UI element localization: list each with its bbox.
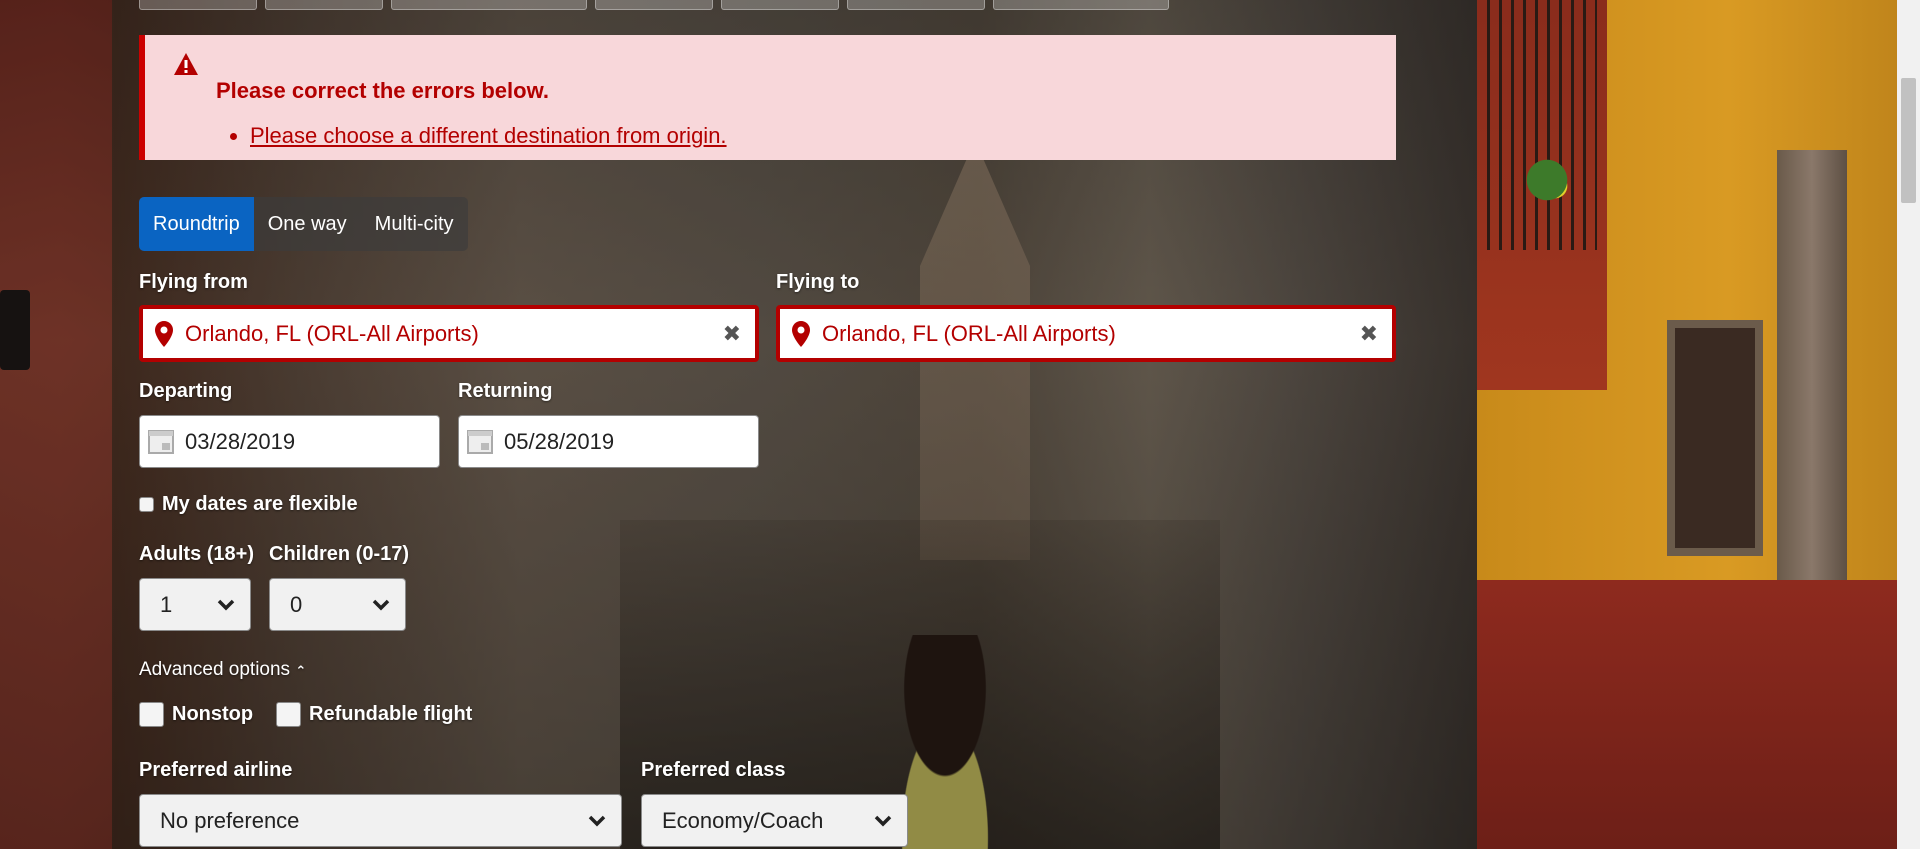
flying-to-value: Orlando, FL (ORL-All Airports) [822, 320, 1116, 346]
returning-date-field[interactable]: 05/28/2019 [458, 415, 759, 468]
flying-from-value: Orlando, FL (ORL-All Airports) [185, 320, 479, 346]
nonstop-checkbox-row: Nonstop [139, 702, 253, 727]
chevron-down-icon [372, 599, 390, 610]
chevron-up-icon: ⌃ [295, 663, 307, 678]
returning-label: Returning [458, 380, 553, 402]
error-link[interactable]: Please choose a different destination fr… [250, 123, 727, 148]
error-title: Please correct the errors below. [216, 78, 549, 103]
error-alert: Please correct the errors below. Please … [139, 35, 1396, 160]
departing-date-value: 03/28/2019 [185, 428, 296, 454]
chevron-down-icon [217, 599, 235, 610]
tab-stub[interactable] [139, 0, 257, 10]
scrollbar[interactable] [1897, 0, 1920, 849]
close-icon[interactable]: ✖ [1360, 321, 1378, 347]
warning-icon [174, 53, 198, 75]
top-tabs [139, 0, 1169, 10]
preferred-airline-label: Preferred airline [139, 759, 293, 781]
flying-to-label: Flying to [776, 271, 860, 293]
tab-multi-city[interactable]: Multi-city [361, 197, 468, 251]
refundable-checkbox[interactable] [276, 702, 301, 727]
error-list: Please choose a different destination fr… [216, 123, 727, 149]
trip-type-toggle: Roundtrip One way Multi-city [139, 197, 468, 251]
tab-stub[interactable] [391, 0, 587, 10]
preferred-airline-value: No preference [160, 807, 300, 833]
close-icon[interactable]: ✖ [723, 321, 741, 347]
children-select[interactable]: 0 [269, 578, 406, 631]
tab-stub[interactable] [595, 0, 713, 10]
tab-stub[interactable] [265, 0, 383, 10]
nonstop-label: Nonstop [172, 703, 254, 725]
flying-from-field[interactable]: Orlando, FL (ORL-All Airports) ✖ [139, 305, 759, 362]
tab-stub[interactable] [993, 0, 1169, 10]
tab-stub[interactable] [721, 0, 839, 10]
calendar-icon [148, 430, 174, 454]
returning-date-value: 05/28/2019 [504, 428, 615, 454]
refundable-label: Refundable flight [309, 703, 473, 725]
departing-label: Departing [139, 380, 233, 402]
error-item: Please choose a different destination fr… [250, 123, 727, 149]
map-pin-icon [155, 321, 173, 347]
preferred-class-label: Preferred class [641, 759, 786, 781]
flying-to-field[interactable]: Orlando, FL (ORL-All Airports) ✖ [776, 305, 1396, 362]
flexible-dates-label: My dates are flexible [162, 493, 358, 515]
refundable-checkbox-row: Refundable flight [276, 702, 472, 727]
tab-roundtrip[interactable]: Roundtrip [139, 197, 254, 251]
calendar-icon [467, 430, 493, 454]
map-pin-icon [792, 321, 810, 347]
scrollbar-thumb[interactable] [1901, 78, 1916, 203]
adults-select[interactable]: 1 [139, 578, 251, 631]
chevron-down-icon [588, 815, 606, 826]
advanced-options-label: Advanced options [139, 659, 291, 680]
flexible-dates-checkbox-row: My dates are flexible [139, 493, 358, 516]
chevron-down-icon [874, 815, 892, 826]
tab-one-way[interactable]: One way [254, 197, 361, 251]
flying-from-label: Flying from [139, 271, 248, 293]
children-value: 0 [290, 591, 303, 617]
advanced-options-toggle[interactable]: Advanced options ⌃ [139, 659, 306, 681]
adults-label: Adults (18+) [139, 543, 255, 565]
children-label: Children (0-17) [269, 543, 410, 565]
preferred-class-select[interactable]: Economy/Coach [641, 794, 908, 847]
nonstop-checkbox[interactable] [139, 702, 164, 727]
background-photo-right [1477, 0, 1897, 849]
preferred-airline-select[interactable]: No preference [139, 794, 622, 847]
adults-value: 1 [160, 591, 173, 617]
flexible-dates-checkbox[interactable] [139, 497, 154, 512]
preferred-class-value: Economy/Coach [662, 807, 824, 833]
departing-date-field[interactable]: 03/28/2019 [139, 415, 440, 468]
tab-stub[interactable] [847, 0, 985, 10]
